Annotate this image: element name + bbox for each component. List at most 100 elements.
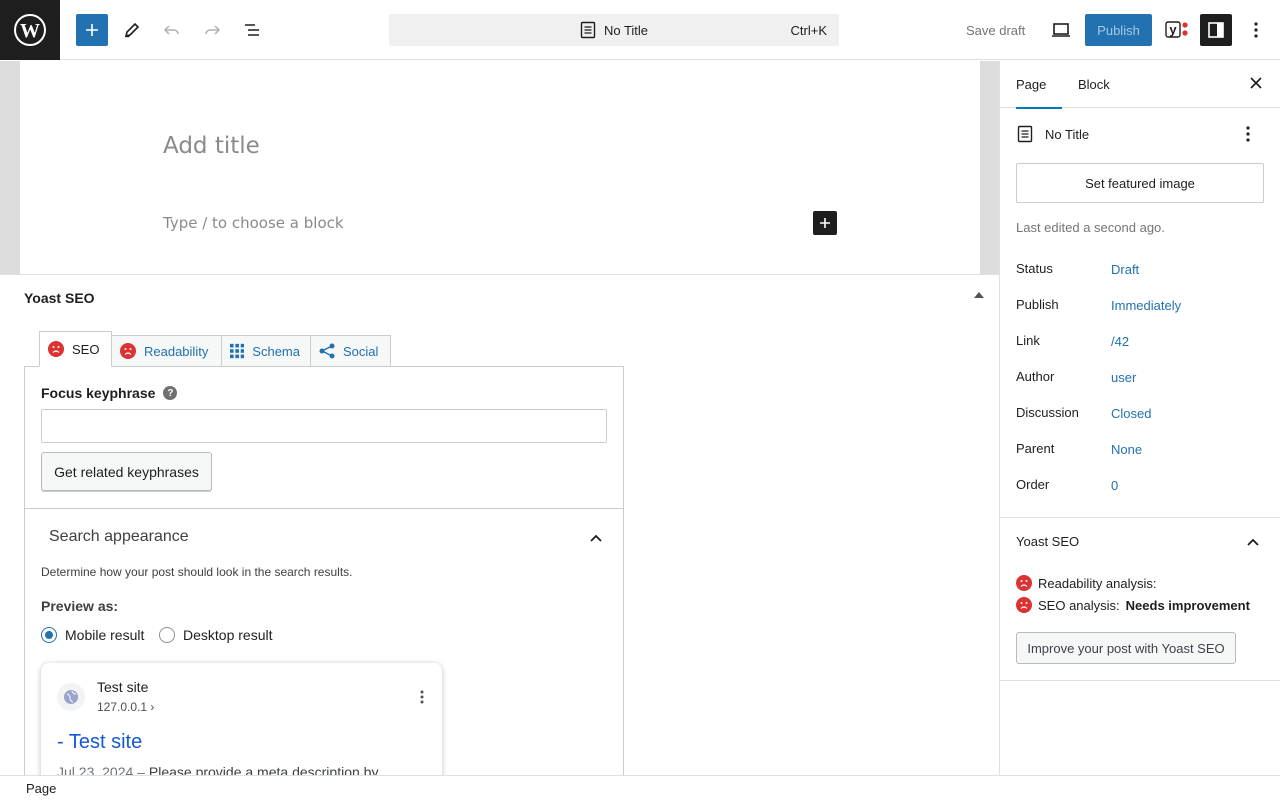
yoast-panel-title[interactable]: Yoast SEO <box>1016 534 1079 549</box>
permalink-link[interactable]: /42 <box>1111 334 1129 349</box>
settings-sidebar: Page Block No Title Set featured image L… <box>999 61 1280 775</box>
meta-row-discussion: Discussion Closed <box>1016 405 1266 425</box>
meta-label: Order <box>1016 477 1050 492</box>
post-title-input[interactable]: Add title <box>163 133 260 159</box>
save-draft-button[interactable]: Save draft <box>958 14 1033 46</box>
page-icon <box>580 21 596 39</box>
svg-text:W: W <box>20 20 40 42</box>
tab-block-label: Block <box>1078 77 1110 92</box>
serp-separator: – <box>133 764 149 775</box>
more-options-icon[interactable] <box>1240 14 1272 46</box>
block-appender[interactable]: Type / to choose a block <box>163 214 344 232</box>
preview-desktop-icon[interactable] <box>1045 14 1077 46</box>
tab-social[interactable]: Social <box>310 335 391 367</box>
serp-url: 127.0.0.1 › <box>97 700 155 714</box>
divider <box>25 508 623 509</box>
improve-with-yoast-button[interactable]: Improve your post with Yoast SEO <box>1016 632 1236 664</box>
keyboard-shortcut: Ctrl+K <box>790 23 827 38</box>
set-featured-image-button[interactable]: Set featured image <box>1016 163 1264 203</box>
order-link[interactable]: 0 <box>1111 478 1118 493</box>
undo-icon[interactable] <box>156 14 188 46</box>
list-view-icon[interactable] <box>236 14 268 46</box>
seo-analysis-status: Needs improvement <box>1125 597 1250 613</box>
tab-label: Schema <box>252 343 300 359</box>
document-title-area: No Title <box>389 14 839 46</box>
discussion-link[interactable]: Closed <box>1111 406 1151 421</box>
document-summary: No Title <box>1017 125 1089 143</box>
add-block-button[interactable] <box>76 14 108 46</box>
command-palette-bar[interactable]: No Title Ctrl+K <box>389 14 839 46</box>
meta-row-link: Link /42 <box>1016 333 1266 353</box>
editor-canvas-wrapper: Add title Type / to choose a block <box>0 61 999 274</box>
tab-page-label: Page <box>1016 77 1047 92</box>
pencil-icon[interactable] <box>116 14 148 46</box>
page-icon <box>1017 125 1033 143</box>
divider <box>1000 680 1280 681</box>
tab-page[interactable]: Page <box>1016 61 1062 109</box>
preview-as-label: Preview as: <box>41 598 119 614</box>
tab-label: Readability <box>144 343 209 359</box>
meta-row-order: Order 0 <box>1016 477 1266 497</box>
desktop-result-label: Desktop result <box>183 627 273 643</box>
more-options-icon[interactable] <box>1245 125 1251 146</box>
inline-add-block-button[interactable] <box>813 211 837 235</box>
breadcrumb[interactable]: Page <box>26 781 56 796</box>
desktop-result-option[interactable]: Desktop result <box>159 627 272 643</box>
mobile-result-label: Mobile result <box>65 627 145 643</box>
metabox-title: Yoast SEO <box>24 290 95 306</box>
publish-date-link[interactable]: Immediately <box>1111 298 1181 313</box>
serp-title: - Test site <box>57 731 143 753</box>
sidebar-icon <box>1208 22 1224 38</box>
tab-block[interactable]: Block <box>1078 61 1110 108</box>
seo-analysis-line: SEO analysis: Needs improvement <box>1016 597 1250 613</box>
sad-face-icon <box>48 341 64 357</box>
serp-preview-card: Test site 127.0.0.1 › - Test site Jul 23… <box>41 663 442 775</box>
document-title: No Title <box>603 22 649 38</box>
tab-seo[interactable]: SEO <box>39 331 112 367</box>
tab-label: SEO <box>72 341 100 357</box>
serp-date: Jul 23, 2024 <box>57 764 134 775</box>
collapse-arrow-icon[interactable] <box>974 292 984 298</box>
redo-icon[interactable] <box>196 14 228 46</box>
settings-sidebar-toggle[interactable] <box>1200 14 1232 46</box>
yoast-icon[interactable]: y <box>1160 14 1192 46</box>
tab-readability[interactable]: Readability <box>111 335 222 367</box>
close-icon[interactable] <box>1249 76 1263 93</box>
meta-label: Parent <box>1016 441 1055 456</box>
meta-label: Status <box>1016 261 1053 276</box>
chevron-up-icon[interactable] <box>589 531 603 546</box>
serp-description-line: Jul 23, 2024 – Please provide a meta des… <box>57 764 378 775</box>
yoast-metabox: Yoast SEO SEO Readability Schema Social … <box>0 274 999 775</box>
focus-keyphrase-text: Focus keyphrase <box>41 385 156 401</box>
tab-label: Social <box>343 343 379 359</box>
status-link[interactable]: Draft <box>1111 262 1139 277</box>
meta-row-author: Author user <box>1016 369 1266 389</box>
help-icon[interactable]: ? <box>163 386 178 400</box>
meta-label: Link <box>1016 333 1040 348</box>
search-appearance-description: Determine how your post should look in t… <box>41 565 353 579</box>
meta-label: Author <box>1016 369 1055 384</box>
readability-analysis-label: Readability analysis: <box>1038 575 1157 591</box>
grid-icon <box>230 343 245 359</box>
seo-analysis-label: SEO analysis: <box>1038 597 1120 613</box>
sidebar-document-title: No Title <box>1045 126 1090 142</box>
get-related-keyphrases-button[interactable]: Get related keyphrases <box>41 452 212 491</box>
publish-button[interactable]: Publish <box>1085 14 1152 46</box>
globe-icon <box>57 683 85 711</box>
readability-analysis-line: Readability analysis: <box>1016 575 1157 591</box>
search-appearance-title[interactable]: Search appearance <box>49 528 189 546</box>
tab-schema[interactable]: Schema <box>221 335 311 367</box>
focus-keyphrase-label: Focus keyphrase ? <box>41 385 178 401</box>
desktop-result-radio[interactable] <box>159 627 175 643</box>
serp-site-name: Test site <box>97 679 149 695</box>
parent-link[interactable]: None <box>1111 442 1142 457</box>
mobile-result-radio[interactable] <box>41 627 57 643</box>
chevron-up-icon[interactable] <box>1246 535 1260 550</box>
meta-row-publish: Publish Immediately <box>1016 297 1266 317</box>
editor-header: W No Title Ctrl+K Save draft Publish y <box>0 0 1280 60</box>
focus-keyphrase-input[interactable] <box>41 409 607 443</box>
wordpress-logo-icon[interactable]: W <box>0 0 60 60</box>
meta-label: Discussion <box>1016 405 1079 420</box>
mobile-result-option[interactable]: Mobile result <box>41 627 144 643</box>
author-link[interactable]: user <box>1111 370 1136 385</box>
